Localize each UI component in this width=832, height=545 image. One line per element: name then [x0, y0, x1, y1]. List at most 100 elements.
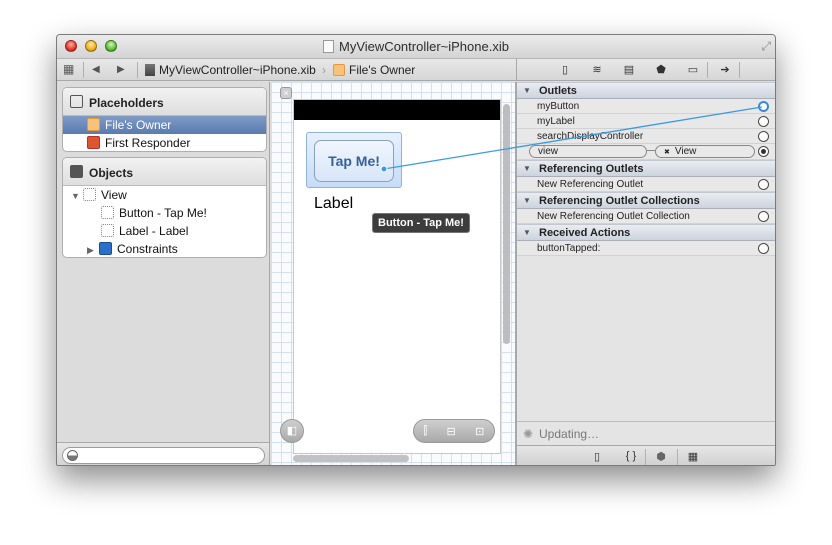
document-outline: Placeholders File's Owner First Responde… [57, 82, 270, 442]
label-element[interactable]: Label [314, 195, 353, 213]
connection-circle-icon[interactable] [758, 211, 769, 222]
outlet-row-mybutton[interactable]: myButton [517, 99, 775, 114]
pin-icon[interactable]: ⊟ [447, 425, 456, 438]
new-referencing-outlet-collection-row[interactable]: New Referencing Outlet Collection [517, 209, 775, 224]
divider [137, 62, 138, 78]
first-responder-icon [87, 136, 100, 149]
objects-group: Objects ▼ View Button - Tap Me! Label - L… [62, 157, 267, 258]
xib-file-icon [323, 40, 335, 53]
new-referencing-outlet-row[interactable]: New Referencing Outlet [517, 177, 775, 192]
size-inspector-icon[interactable]: ▭ [685, 63, 701, 76]
breadcrumb-separator: › [322, 63, 326, 77]
connection-circle-icon[interactable] [758, 131, 769, 142]
disclosure-open-icon[interactable]: ▼ [71, 187, 83, 205]
breadcrumb-files-owner[interactable]: File's Owner [333, 63, 415, 77]
section-received-actions[interactable]: ▼ Received Actions [517, 224, 775, 241]
simulated-status-bar [294, 100, 500, 120]
library-status: ✺ Updating… [517, 421, 775, 445]
vertical-scrollbar[interactable] [503, 104, 510, 344]
disclosure-open-icon: ▼ [523, 164, 531, 173]
divider [645, 449, 646, 465]
section-outlets[interactable]: ▼ Outlets [517, 82, 775, 99]
disclosure-open-icon: ▼ [523, 228, 531, 237]
outline-item-files-owner[interactable]: File's Owner [63, 116, 266, 134]
cube-solid-icon [70, 165, 83, 178]
section-referencing-outlet-collections[interactable]: ▼ Referencing Outlet Collections [517, 192, 775, 209]
filter-icon [67, 450, 78, 461]
close-scene-icon[interactable]: × [280, 87, 292, 99]
file-template-library-icon[interactable]: ▯ [589, 450, 605, 463]
placeholders-group: Placeholders File's Owner First Responde… [62, 87, 267, 152]
outline-filter-bar [57, 442, 270, 465]
files-owner-icon [333, 64, 345, 76]
outline-item-label[interactable]: Label - Label [63, 222, 266, 240]
outlet-row-mylabel[interactable]: myLabel [517, 114, 775, 129]
files-owner-icon [87, 118, 100, 131]
forward-button[interactable]: ▶ [117, 64, 125, 75]
outline-item-button[interactable]: Button - Tap Me! [63, 204, 266, 222]
divider [707, 62, 708, 78]
connections-inspector-icon[interactable]: ➔ [717, 63, 733, 76]
connection-circle-icon[interactable] [758, 116, 769, 127]
fullscreen-icon[interactable]: ⤢ [761, 39, 771, 54]
outlet-name-pill: view [529, 145, 647, 158]
breadcrumb-file[interactable]: MyViewController~iPhone.xib [145, 63, 316, 77]
disclosure-open-icon: ▼ [523, 86, 531, 95]
toggle-outline-button[interactable]: ◧ [280, 419, 304, 443]
connection-circle-icon[interactable] [758, 179, 769, 190]
constraints-icon [99, 242, 112, 255]
media-library-icon[interactable]: ▦ [685, 450, 701, 463]
connection-circle-filled-icon[interactable] [758, 146, 769, 157]
jump-bar: ▦ ◀ ▶ MyViewController~iPhone.xib › File… [57, 59, 516, 81]
library-selector-bar: ▯ { } ⬢ ▦ [517, 445, 775, 465]
identity-inspector-icon[interactable]: ▤ [621, 63, 637, 76]
cube-outline-icon [70, 95, 83, 108]
tap-me-button[interactable]: Tap Me! [314, 140, 394, 182]
action-row-buttontapped[interactable]: buttonTapped: [517, 241, 775, 256]
placeholders-header: Placeholders [63, 88, 266, 116]
outlet-row-searchdisplaycontroller[interactable]: searchDisplayController [517, 129, 775, 144]
drag-tooltip: Button - Tap Me! [372, 213, 470, 233]
objects-header: Objects [63, 158, 266, 186]
related-items-icon[interactable]: ▦ [63, 62, 74, 76]
outlet-target-pill[interactable]: ✖ View [655, 145, 755, 158]
connector-line [647, 150, 655, 151]
selected-button-frame[interactable]: Tap Me! [306, 132, 402, 188]
disclosure-open-icon: ▼ [523, 196, 531, 205]
section-referencing-outlets[interactable]: ▼ Referencing Outlets [517, 160, 775, 177]
outline-filter-input[interactable] [62, 447, 265, 464]
outlet-row-view[interactable]: view ✖ View [517, 144, 775, 160]
spinner-icon: ✺ [523, 427, 534, 441]
object-library-icon[interactable]: ⬢ [653, 450, 669, 463]
connection-circle-icon[interactable] [758, 243, 769, 254]
align-icon[interactable]: ⫿ [424, 425, 428, 438]
connection-circle-icon[interactable] [758, 101, 769, 112]
connections-inspector: ▼ Outlets myButton myLabel searchDisplayC… [516, 82, 775, 465]
auto-layout-controls: ⫿ ⊟ ⊡ [413, 419, 495, 443]
disclosure-closed-icon[interactable]: ▶ [87, 241, 99, 257]
divider [677, 449, 678, 465]
outline-item-first-responder[interactable]: First Responder [63, 134, 266, 151]
button-icon [101, 206, 114, 219]
back-button[interactable]: ◀ [92, 64, 100, 75]
file-inspector-icon[interactable]: ▯ [557, 63, 573, 76]
attributes-inspector-icon[interactable]: ⬟ [653, 63, 669, 76]
resolve-icon[interactable]: ⊡ [475, 425, 484, 438]
inspector-selector-bar: ▯ ≋ ▤ ⬟ ▭ ➔ [516, 59, 775, 81]
divider [83, 62, 84, 78]
xcode-window: MyViewController~iPhone.xib ⤢ ▦ ◀ ▶ MyVi… [56, 34, 776, 466]
interface-builder-canvas[interactable]: × Tap Me! Label Button - Tap Me! ◧ ⫿ ⊟ ⊡ [271, 82, 516, 465]
view-icon [83, 188, 96, 201]
horizontal-scrollbar[interactable] [293, 455, 409, 462]
window-title: MyViewController~iPhone.xib [57, 39, 775, 54]
outline-item-constraints[interactable]: ▶ Constraints [63, 240, 266, 257]
title-bar: MyViewController~iPhone.xib ⤢ [57, 35, 775, 59]
outline-item-view[interactable]: ▼ View [63, 186, 266, 204]
code-snippet-library-icon[interactable]: { } [621, 450, 641, 462]
disconnect-icon[interactable]: ✖ [664, 149, 670, 156]
divider [739, 62, 740, 78]
xib-file-icon [145, 64, 155, 76]
view-controller-scene[interactable]: Tap Me! Label Button - Tap Me! [293, 99, 501, 454]
quick-help-icon[interactable]: ≋ [589, 63, 605, 76]
label-icon [101, 224, 114, 237]
